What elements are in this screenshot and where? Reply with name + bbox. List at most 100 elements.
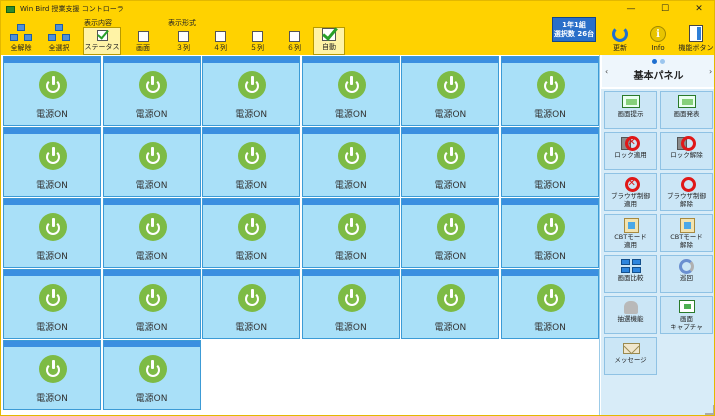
tile-status-label: 電源ON	[434, 110, 467, 120]
power-icon	[39, 284, 67, 312]
client-tile[interactable]: 電源ON	[202, 127, 301, 197]
client-tile[interactable]: 電源ON	[401, 198, 500, 268]
client-tile[interactable]: 電源ON	[301, 127, 400, 197]
client-tile[interactable]: 電源ON	[102, 269, 201, 339]
function-panel-icon	[689, 25, 703, 42]
col5-toggle[interactable]: ５列	[239, 27, 275, 55]
message-button[interactable]: メッセージ	[604, 337, 657, 375]
checkbox-icon	[251, 31, 263, 42]
client-tile[interactable]: 電源ON	[102, 127, 201, 197]
window-controls: — ☐ ✕	[614, 1, 714, 17]
screen-compare-icon	[620, 259, 642, 274]
maximize-button[interactable]: ☐	[648, 1, 682, 17]
client-tile[interactable]: 電源ON	[501, 198, 599, 268]
power-icon	[238, 71, 267, 99]
deselect-all-button[interactable]: 全解除	[3, 17, 39, 55]
select-all-button[interactable]: 全選択	[41, 17, 77, 55]
tile-status-label: 電源ON	[135, 323, 168, 333]
power-icon	[238, 284, 267, 312]
cbt-mode-release-button[interactable]: CBTモード 解除	[660, 214, 713, 252]
power-icon	[337, 142, 366, 170]
power-icon	[138, 71, 167, 99]
power-icon	[39, 355, 67, 383]
col4-toggle[interactable]: ４列	[202, 27, 238, 55]
client-tile[interactable]: 電源ON	[401, 56, 500, 126]
browser-control-release-button[interactable]: ブラウザ制御 解除	[660, 173, 713, 211]
col6-label: ６列	[287, 44, 301, 52]
browser-control-apply-button[interactable]: ブラウザ制御 適用	[604, 173, 657, 211]
client-tile[interactable]: 電源ON	[202, 269, 301, 339]
info-button[interactable]: i Info	[639, 17, 677, 55]
client-tile[interactable]: 電源ON	[3, 340, 101, 410]
close-button[interactable]: ✕	[682, 1, 714, 17]
client-tile[interactable]: 電源ON	[202, 56, 301, 126]
refresh-button[interactable]: 更新	[601, 17, 639, 55]
client-tile[interactable]: 電源ON	[501, 56, 599, 126]
function-button[interactable]: 機能ボタン	[677, 17, 714, 55]
power-icon	[337, 71, 366, 99]
client-tile[interactable]: 電源ON	[301, 56, 400, 126]
minimize-button[interactable]: —	[614, 1, 648, 17]
power-icon	[39, 71, 67, 99]
patrol-rotate-icon	[676, 259, 698, 274]
client-tile[interactable]: 電源ON	[3, 269, 101, 339]
unlock-icon	[676, 136, 698, 151]
power-icon	[537, 213, 565, 241]
client-tile[interactable]: 電源ON	[3, 127, 101, 197]
status-toggle[interactable]: ステータス	[83, 27, 121, 55]
patrol-button[interactable]: 巡回	[660, 255, 713, 293]
lock-release-button[interactable]: ロック解除	[660, 132, 713, 170]
tile-status-label: 電源ON	[36, 181, 68, 191]
resize-grip-icon[interactable]	[705, 405, 714, 415]
status-label: ステータス	[84, 43, 120, 51]
power-icon	[437, 284, 466, 312]
client-tile[interactable]: 電源ON	[102, 198, 201, 268]
client-tile[interactable]: 電源ON	[501, 269, 599, 339]
tile-status-label: 電源ON	[334, 252, 367, 262]
announce-screen-button[interactable]: 画面発表	[660, 91, 713, 129]
checkbox-icon	[137, 31, 149, 42]
mail-icon	[620, 341, 642, 356]
cbt-mode-apply-button[interactable]: CBTモード 適用	[604, 214, 657, 252]
client-tile[interactable]: 電源ON	[3, 56, 101, 126]
client-tile[interactable]: 電源ON	[301, 269, 400, 339]
lottery-button[interactable]: 抽選機能	[604, 296, 657, 334]
tile-status-label: 電源ON	[135, 181, 168, 191]
screen-capture-button[interactable]: 画面 キャプチャ	[660, 296, 713, 334]
auto-toggle[interactable]: 自動	[313, 27, 345, 55]
chevron-right-icon[interactable]: ›	[709, 67, 712, 76]
screen-compare-button[interactable]: 画面比較	[604, 255, 657, 293]
col6-toggle[interactable]: ６列	[276, 27, 312, 55]
power-icon	[337, 213, 366, 241]
col3-toggle[interactable]: ３列	[165, 27, 201, 55]
client-tile[interactable]: 電源ON	[102, 340, 201, 410]
lock-apply-button[interactable]: ロック適用	[604, 132, 657, 170]
checkbox-icon	[214, 31, 226, 42]
people-icon	[620, 300, 642, 315]
browser-unblock-icon	[676, 177, 698, 192]
browser-block-icon	[620, 177, 642, 192]
client-tile[interactable]: 電源ON	[401, 269, 500, 339]
network-icon	[48, 24, 70, 42]
client-tile[interactable]: 電源ON	[102, 56, 201, 126]
power-icon	[238, 142, 267, 170]
power-icon	[437, 71, 466, 99]
client-tile[interactable]: 電源ON	[501, 127, 599, 197]
lock-icon	[620, 136, 642, 151]
client-tile[interactable]: 電源ON	[3, 198, 101, 268]
tile-status-label: 電源ON	[135, 252, 168, 262]
tile-status-label: 電源ON	[36, 110, 68, 120]
client-tile[interactable]: 電源ON	[202, 198, 301, 268]
tile-status-label: 電源ON	[135, 110, 168, 120]
app-window: Win Bird 授業支援 コントローラ — ☐ ✕ 全解除 全選択 表示内容 …	[0, 0, 715, 416]
tile-status-label: 電源ON	[534, 323, 566, 333]
client-tile[interactable]: 電源ON	[301, 198, 400, 268]
side-panel: ‹ 基本パネル › 画面提示 画面発表 ロック適用 ロック解除	[599, 55, 714, 415]
client-tile[interactable]: 電源ON	[401, 127, 500, 197]
capture-icon	[676, 300, 698, 315]
screen-toggle[interactable]: 画面	[124, 27, 162, 55]
tile-status-label: 電源ON	[534, 252, 566, 262]
present-screen-button[interactable]: 画面提示	[604, 91, 657, 129]
power-icon	[437, 142, 466, 170]
tile-status-label: 電源ON	[334, 323, 367, 333]
